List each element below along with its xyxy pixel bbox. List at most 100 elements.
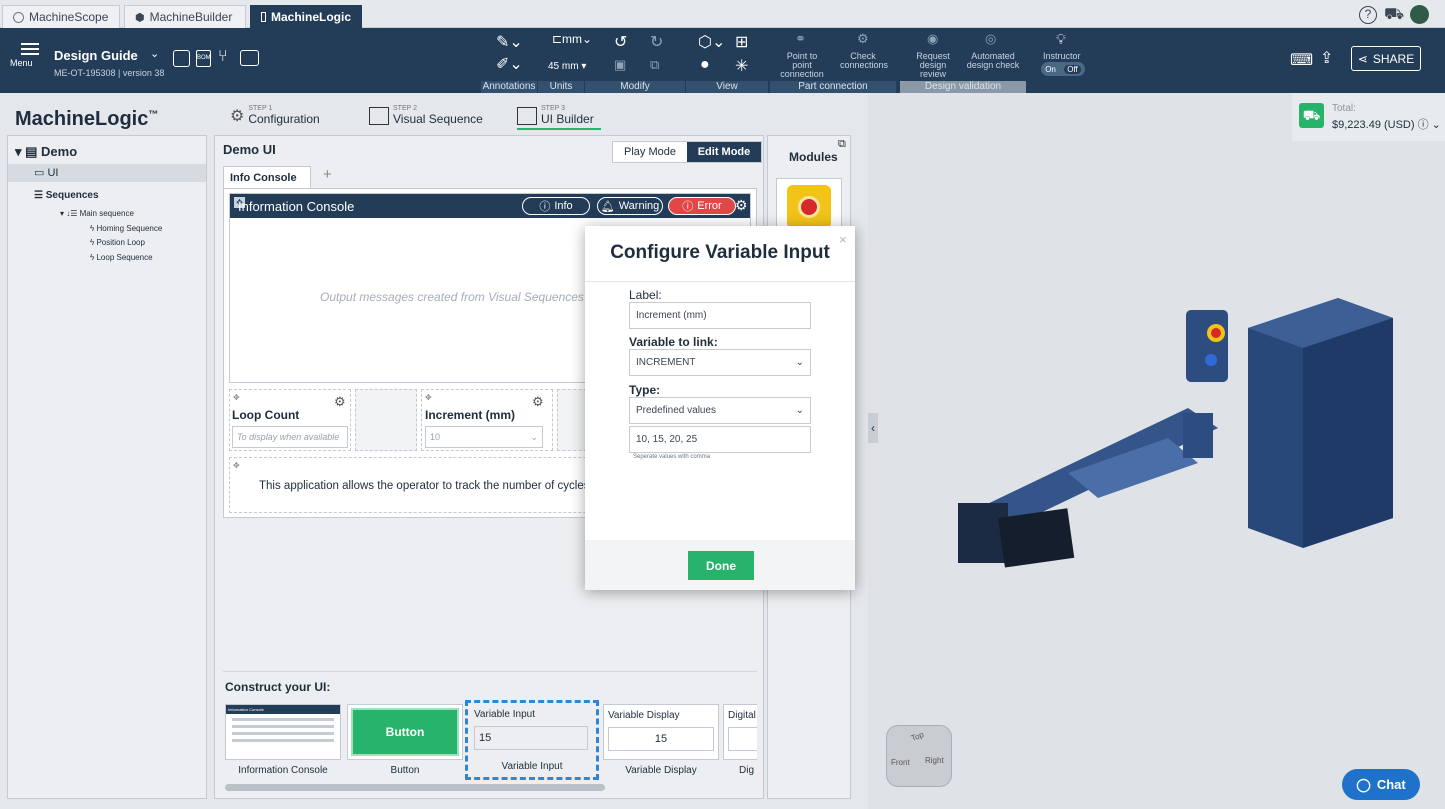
tree-item-ui[interactable]: ▭ UI (34, 166, 58, 179)
drag-handle-icon[interactable]: ✥ (425, 393, 432, 402)
palette-variable-display[interactable]: Variable Display 15 (603, 704, 719, 760)
predefined-values-input[interactable]: 10, 15, 20, 25 (629, 426, 811, 453)
machinelogic-icon (261, 12, 266, 22)
cart-total[interactable]: ⛟ Total: $9,223.49 (USD) ⓘ ⌄ (1292, 93, 1445, 141)
info-icon: ⓘ (539, 201, 551, 213)
tab-machinebuilder[interactable]: ⬢ MachineBuilder (124, 5, 246, 28)
arrange-icon: ⧉ (650, 57, 660, 72)
cube-face-top[interactable]: Top (910, 730, 925, 743)
document-title[interactable]: Design Guide (54, 48, 138, 63)
chat-bubble-icon: ◯ (1356, 776, 1371, 792)
auto-check-icon[interactable]: ◎ (985, 31, 996, 47)
cube-face-right[interactable]: Right (925, 756, 944, 765)
app-tab-strip: MachineScope ⬢ MachineBuilder MachineLog… (0, 0, 1445, 28)
empty-slot[interactable] (355, 389, 417, 451)
review-icon[interactable]: ◉ (927, 31, 938, 47)
warning-filter-button[interactable]: 🔔︎ Warning (597, 197, 663, 215)
label-input[interactable]: Increment (mm) (629, 302, 811, 329)
popout-icon[interactable]: ⧉ (838, 138, 846, 151)
menu-button[interactable]: Menu (10, 40, 50, 68)
automated-check-button[interactable]: Automated design check (965, 52, 1021, 70)
tab-machinelogic[interactable]: MachineLogic (250, 5, 362, 28)
tree-item-sequences[interactable]: ☰ Sequences (34, 190, 99, 201)
tree-item-loop-sequence[interactable]: ϟ Loop Sequence (90, 253, 153, 262)
drag-handle-icon[interactable]: ✥ (233, 393, 243, 403)
tab-info-console[interactable]: Info Console (223, 166, 311, 188)
instructor-toggle[interactable]: On Off (1041, 62, 1085, 76)
step-label: Visual Sequence (393, 112, 483, 126)
palette-preview-title: Information Console (226, 705, 340, 714)
tree-item-main-sequence[interactable]: ▾ ↓☰ Main sequence (60, 209, 134, 218)
save-icon[interactable] (173, 50, 190, 67)
loop-count-field[interactable]: To display when available (232, 426, 348, 448)
sparkle-icon[interactable]: ✳ (735, 56, 748, 76)
design-validation-group-label: Design validation (900, 81, 1026, 93)
explode-icon[interactable]: ● (700, 56, 710, 74)
error-filter-button[interactable]: ⓘ Error (668, 197, 736, 215)
feedback-icon[interactable]: ⌨ (1290, 50, 1313, 70)
annotation-tool-icon[interactable]: ✎⌄ (496, 32, 523, 52)
module-estop[interactable] (776, 178, 842, 232)
export-icon[interactable]: ⇪ (1320, 48, 1333, 68)
empty-slot[interactable] (557, 389, 587, 451)
palette-button[interactable]: Button (347, 704, 463, 760)
share-icon: ⋖ (1357, 51, 1368, 66)
check-connections-button[interactable]: Check connections (840, 52, 888, 70)
share-button[interactable]: ⋖ SHARE (1351, 46, 1421, 71)
console-header: ✥ Information Console ⓘ Info 🔔︎ Warning ⓘ E… (230, 194, 750, 218)
step-number: STEP 1 (248, 105, 273, 112)
chat-button[interactable]: ◯ Chat (1342, 769, 1420, 800)
type-select[interactable]: Predefined values ⌄ (629, 397, 811, 424)
help-icon[interactable]: ? (1359, 6, 1377, 24)
request-review-button[interactable]: Request design review (906, 52, 960, 79)
hierarchy-icon[interactable]: ⊞ (735, 32, 748, 52)
3d-viewer[interactable]: ‹ ⛟ Total: $9,223.49 (USD) ⓘ ⌄ Top Front… (868, 93, 1445, 809)
settings-gear-icon[interactable]: ⚙ (334, 394, 346, 410)
palette-variable-input[interactable]: Variable Input 15 Variable Input (465, 700, 599, 780)
tree-item-homing[interactable]: ϟ Homing Sequence (90, 224, 162, 233)
check-connections-icon[interactable]: ⚙ (857, 31, 869, 47)
palette-digital-input[interactable]: Digital I (723, 704, 757, 760)
pencil-icon[interactable]: ✐⌄ (496, 54, 523, 74)
settings-gear-icon[interactable]: ⚙ (735, 197, 748, 214)
cube-face-front[interactable]: Front (891, 758, 910, 767)
view-cube[interactable]: Top Front Right (886, 725, 952, 787)
increment-widget[interactable]: ✥ ⚙ Increment (mm) 10 ⌄ (421, 389, 553, 451)
play-mode-button[interactable]: Play Mode (613, 142, 687, 162)
increment-select[interactable]: 10 ⌄ (425, 426, 543, 448)
camera-icon[interactable] (240, 50, 259, 66)
point-connection-icon[interactable]: ⚭ (795, 31, 806, 47)
units-value[interactable]: 45 mm ▾ (548, 61, 586, 72)
palette-label: Information Console (238, 765, 328, 776)
view-cube-icon[interactable]: ⬡⌄ (698, 32, 725, 52)
instructor-label: Instructor (1043, 51, 1081, 61)
align-icon: ▣ (614, 57, 627, 72)
collapse-panel-button[interactable]: ‹ (868, 413, 878, 443)
loop-count-widget[interactable]: ✥ ⚙ Loop Count To display when available (229, 389, 351, 451)
tree-item-position-loop[interactable]: ϟ Position Loop (90, 238, 145, 247)
chevron-down-icon[interactable]: ⌄ (150, 47, 159, 60)
toggle-on: On (1045, 64, 1056, 74)
palette-information-console[interactable]: Information Console (225, 704, 341, 760)
palette-scrollbar[interactable] (225, 784, 605, 791)
drag-handle-icon[interactable]: ✥ (233, 461, 240, 470)
tree-root[interactable]: ▾ ▤ Demo (15, 144, 77, 160)
done-button[interactable]: Done (688, 551, 754, 580)
step-visual-sequence[interactable]: STEP 2 Visual Sequence (369, 105, 483, 126)
add-tab-button[interactable]: + (323, 166, 332, 183)
lightbulb-icon: 💡︎ (1056, 31, 1066, 47)
variable-select[interactable]: INCREMENT ⌄ (629, 349, 811, 376)
avatar[interactable] (1410, 5, 1429, 24)
tab-machinescope[interactable]: MachineScope (2, 5, 120, 28)
point-to-point-button[interactable]: Point to point connection (778, 52, 826, 79)
undo-icon[interactable]: ↺ (614, 32, 627, 52)
bom-icon[interactable]: BOM (196, 50, 211, 67)
info-filter-button[interactable]: ⓘ Info (522, 197, 590, 215)
units-icon[interactable]: ⊏mm⌄ (552, 32, 592, 46)
step-ui-builder[interactable]: STEP 3 UI Builder (517, 105, 601, 130)
cart-icon[interactable]: ⛟ (1384, 5, 1404, 25)
edit-mode-button[interactable]: Edit Mode (687, 142, 761, 162)
step-configuration[interactable]: ⚙ STEP 1 Configuration (230, 105, 320, 126)
settings-gear-icon[interactable]: ⚙ (532, 394, 544, 410)
branch-icon[interactable]: ⑂ (218, 48, 228, 66)
